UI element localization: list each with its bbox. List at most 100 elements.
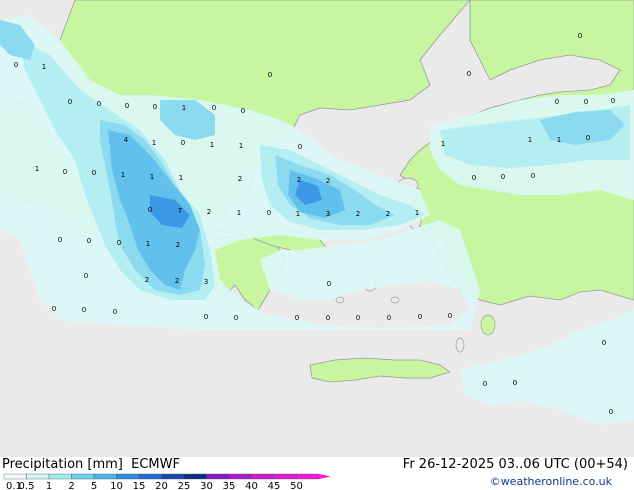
value-label: 0	[148, 206, 152, 214]
value-label: 0	[578, 32, 582, 40]
model-name: ECMWF	[131, 457, 180, 472]
value-label: 0	[531, 172, 535, 180]
value-label: 0	[326, 314, 330, 322]
value-label: 0	[268, 71, 272, 79]
value-label: 0	[125, 102, 129, 110]
value-label: 0	[467, 70, 471, 78]
credit-link[interactable]: ©weatheronline.co.uk	[490, 475, 612, 488]
legend-label: 1	[46, 481, 52, 490]
legend-label: 30	[200, 481, 213, 490]
legend-swatch	[273, 473, 297, 480]
value-label: 0	[295, 314, 299, 322]
value-label: 0	[513, 379, 517, 387]
value-label: 0	[555, 98, 559, 106]
value-label: 0	[63, 168, 67, 176]
value-label: 0	[92, 169, 96, 177]
value-label: 0	[387, 314, 391, 322]
legend-swatch	[71, 473, 95, 480]
legend-label: 35	[223, 481, 236, 490]
legend-label: 2	[68, 481, 74, 490]
value-label: 1	[239, 142, 243, 150]
value-label: 0	[84, 272, 88, 280]
island-karpathos	[455, 337, 465, 353]
value-label: 0	[14, 61, 18, 69]
value-label: 1	[296, 210, 300, 218]
value-label: 2	[356, 210, 360, 218]
value-label: 2	[386, 210, 390, 218]
legend-label: 5	[91, 481, 97, 490]
valid-time: Fr 26-12-2025 03..06 UTC (00+54)	[402, 457, 628, 472]
value-label: 1	[210, 141, 214, 149]
value-label: 0	[584, 98, 588, 106]
value-label: 1	[237, 209, 241, 217]
value-label: 0	[483, 380, 487, 388]
legend-swatch	[3, 473, 27, 480]
value-label: 0	[611, 97, 615, 105]
value-label: 0	[356, 314, 360, 322]
legend-label: 0.5	[19, 481, 35, 490]
value-label: 4	[124, 136, 129, 144]
value-label: 0	[234, 314, 238, 322]
value-label: 0	[298, 143, 302, 151]
value-label: 2	[145, 276, 149, 284]
footer-bar: Precipitation [mm] ECMWF Fr 26-12-2025 0…	[0, 457, 634, 490]
value-label: 0	[68, 98, 72, 106]
value-label: 0	[472, 174, 476, 182]
value-label: 0	[418, 313, 422, 321]
value-label: 1	[150, 173, 154, 181]
legend-label: 10	[110, 481, 123, 490]
legend-label: 50	[290, 481, 303, 490]
value-label: 0	[241, 107, 245, 115]
legend-swatch	[93, 473, 117, 480]
legend-label: 20	[155, 481, 168, 490]
value-label: 1	[415, 209, 419, 217]
value-label: 1	[182, 104, 186, 112]
legend-swatch	[296, 473, 320, 480]
value-label: 0	[181, 139, 185, 147]
value-label: 2	[326, 177, 330, 185]
legend-arrow	[319, 474, 331, 479]
value-label: 1	[441, 140, 445, 148]
value-label: 0	[113, 308, 117, 316]
value-label: 1	[146, 240, 150, 248]
value-label: 0	[153, 103, 157, 111]
value-label: 2	[238, 175, 242, 183]
value-label: 0	[117, 239, 121, 247]
value-label: 2	[175, 277, 179, 285]
legend-label: 15	[133, 481, 146, 490]
legend-swatch	[251, 473, 275, 480]
value-label: 0	[448, 312, 452, 320]
legend-label: 40	[245, 481, 258, 490]
legend-swatch	[206, 473, 230, 480]
legend-label: 45	[268, 481, 281, 490]
precipitation-map: 0 1 0 0 0 0 1 0 0 4 1 0 1 1 1 0 0 1 1 1 2 2 2 0 7 2 1 0 1 3 2 2 1 0 0 0 1 2 0 2…	[0, 0, 634, 457]
value-label: 2	[297, 176, 301, 184]
value-label: 0	[87, 237, 91, 245]
value-label: 1	[35, 165, 39, 173]
value-label: 0	[327, 280, 331, 288]
value-label: 0	[204, 313, 208, 321]
island-cyclades-1	[335, 296, 345, 304]
value-label: 0	[212, 104, 216, 112]
value-label: 1	[121, 171, 125, 179]
map-title: Precipitation [mm] ECMWF	[2, 457, 180, 472]
title-text: Precipitation [mm]	[2, 457, 123, 472]
legend-label: 25	[178, 481, 191, 490]
value-label: 0	[97, 100, 101, 108]
value-label: 0	[58, 236, 62, 244]
weather-map-widget: 0100001004101110011122207210132210001202…	[0, 0, 634, 490]
legend-swatch	[116, 473, 140, 480]
color-legend: 0.10.5 1 2 5 10 15 20 25 30 35 40 45 50	[3, 473, 331, 490]
value-label: 2	[207, 208, 211, 216]
value-label: 3	[326, 210, 330, 218]
value-label: 1	[152, 139, 156, 147]
value-label: 1	[557, 136, 561, 144]
value-label: 7	[178, 207, 182, 215]
island-rhodes	[480, 314, 496, 336]
value-label: 2	[176, 241, 180, 249]
value-label: 0	[82, 306, 86, 314]
value-label: 0	[609, 408, 613, 416]
value-label: 0	[52, 305, 56, 313]
legend-swatch	[138, 473, 162, 480]
value-label: 0	[501, 173, 505, 181]
